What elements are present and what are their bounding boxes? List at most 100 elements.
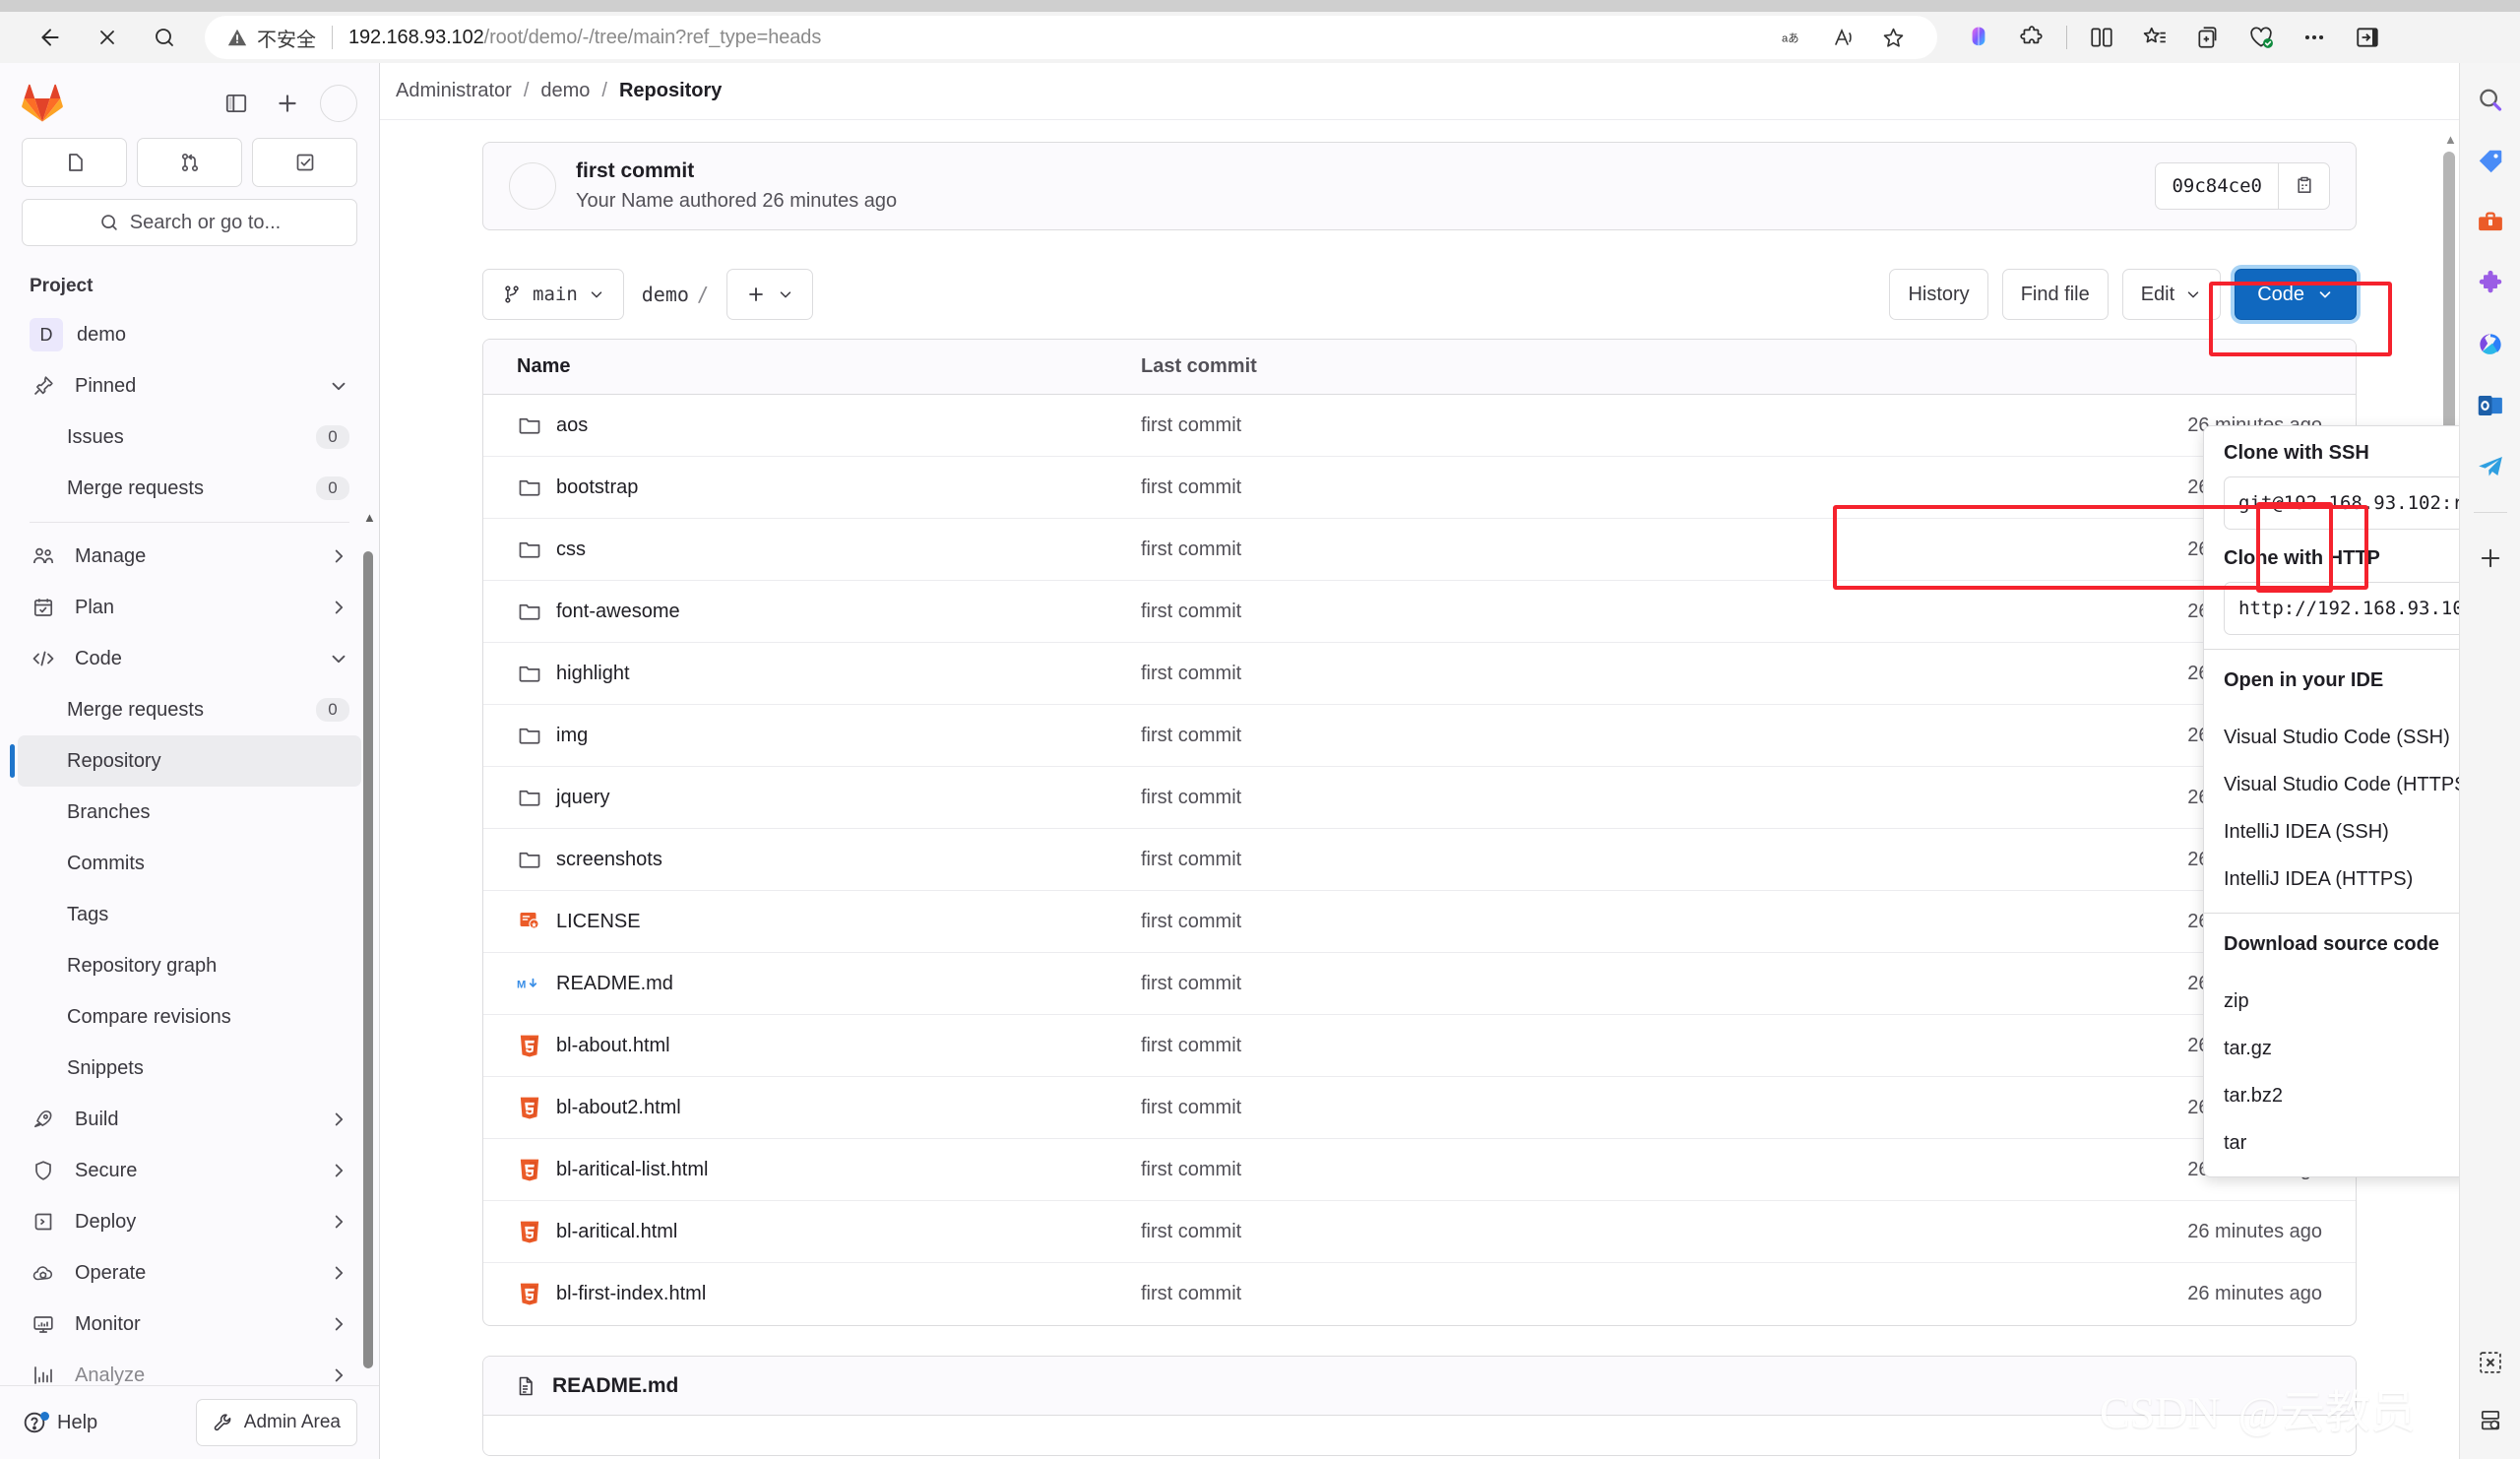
- sidebar-item-repository-graph[interactable]: Repository graph: [18, 940, 361, 991]
- file-name-cell[interactable]: bl-about.html: [483, 1033, 1133, 1058]
- download-item-tarbz2[interactable]: tar.bz2: [2204, 1072, 2459, 1119]
- file-name-cell[interactable]: bl-first-index.html: [483, 1282, 1133, 1307]
- table-row[interactable]: bl-aritical.html first commit 26 minutes a…: [483, 1201, 2356, 1263]
- collections-icon[interactable]: [2129, 16, 2180, 59]
- read-aloud-icon[interactable]: [1821, 18, 1866, 57]
- file-name[interactable]: bl-first-index.html: [556, 1283, 706, 1305]
- copy-icon[interactable]: [2278, 163, 2329, 209]
- file-last-commit[interactable]: first commit: [1133, 911, 2060, 933]
- add-to-collection-icon[interactable]: [2182, 16, 2234, 59]
- file-last-commit[interactable]: first commit: [1133, 414, 2060, 437]
- sidebar-collapse-icon[interactable]: [218, 85, 255, 122]
- sidebar-item-pinned[interactable]: Pinned: [18, 360, 361, 412]
- translate-icon[interactable]: aあ: [1772, 18, 1817, 57]
- settings-and-more-icon[interactable]: [2289, 16, 2340, 59]
- file-name-cell[interactable]: bl-about2.html: [483, 1095, 1133, 1120]
- file-name-cell[interactable]: bl-aritical.html: [483, 1219, 1133, 1244]
- file-name[interactable]: css: [556, 539, 586, 561]
- file-name[interactable]: bl-aritical-list.html: [556, 1159, 708, 1181]
- tools-toolbox-icon[interactable]: [2471, 203, 2510, 242]
- table-row[interactable]: jqueryfirst commit26 minutes ago: [483, 767, 2356, 829]
- telegram-icon[interactable]: [2471, 447, 2510, 486]
- merge-requests-quick-icon[interactable]: [137, 138, 242, 187]
- readme-title[interactable]: README.md: [552, 1374, 678, 1398]
- shopping-tag-icon[interactable]: [2471, 142, 2510, 181]
- file-last-commit[interactable]: first commit: [1133, 476, 2060, 499]
- table-row[interactable]: MREADME.mdfirst commit26 minutes ago: [483, 953, 2356, 1015]
- sidebar-item-branches[interactable]: Branches: [18, 787, 361, 838]
- branch-selector[interactable]: main: [482, 269, 624, 320]
- file-last-commit[interactable]: first commit: [1133, 787, 2060, 809]
- split-screen-icon[interactable]: [2076, 16, 2127, 59]
- file-last-commit[interactable]: first commit: [1133, 601, 2060, 623]
- issues-quick-icon[interactable]: [22, 138, 127, 187]
- table-row[interactable]: bl-about.htmlfirst commit26 minutes ago: [483, 1015, 2356, 1077]
- outlook-icon[interactable]: [2471, 386, 2510, 425]
- address-bar[interactable]: 不安全 192.168.93.102/root/demo/-/tree/main…: [205, 16, 1937, 59]
- download-item-tar[interactable]: tar: [2204, 1119, 2459, 1167]
- search-input[interactable]: Search or go to...: [22, 199, 357, 246]
- file-name-cell[interactable]: LICENSE: [483, 909, 1133, 934]
- file-name-cell[interactable]: aos: [483, 412, 1133, 438]
- edit-button[interactable]: Edit: [2121, 269, 2222, 320]
- sidebar-item-project[interactable]: D demo: [18, 309, 361, 360]
- sidebar-item-operate[interactable]: Operate: [18, 1247, 361, 1299]
- file-name[interactable]: bl-aritical.html: [556, 1221, 677, 1243]
- sidebar-item-plan[interactable]: Plan: [18, 582, 361, 633]
- file-name-cell[interactable]: highlight: [483, 661, 1133, 686]
- sidebar-item-manage[interactable]: Manage: [18, 531, 361, 582]
- table-row[interactable]: bl-about2.htmlfirst commit26 minutes ago: [483, 1077, 2356, 1139]
- star-favorite-icon[interactable]: [1870, 18, 1916, 57]
- table-row[interactable]: bootstrapfirst commit26 minutes ago: [483, 457, 2356, 519]
- table-row[interactable]: highlightfirst commit26 minutes ago: [483, 643, 2356, 705]
- ide-item-vscode-ssh[interactable]: Visual Studio Code (SSH): [2204, 714, 2459, 761]
- file-name-cell[interactable]: jquery: [483, 785, 1133, 810]
- scroll-up-arrow-icon[interactable]: ▲: [363, 510, 376, 525]
- extensions-icon[interactable]: [2006, 16, 2057, 59]
- user-avatar[interactable]: [320, 85, 357, 122]
- scroll-up-arrow-icon[interactable]: ▲: [2444, 132, 2457, 147]
- file-name[interactable]: highlight: [556, 663, 630, 685]
- customize-settings-icon[interactable]: [2471, 1400, 2510, 1439]
- help-button[interactable]: Help: [22, 1410, 97, 1435]
- file-last-commit[interactable]: first commit: [1133, 539, 2060, 561]
- ide-item-vscode-https[interactable]: Visual Studio Code (HTTPS): [2204, 761, 2459, 808]
- table-row[interactable]: imgfirst commit26 minutes ago: [483, 705, 2356, 767]
- file-last-commit[interactable]: first commit: [1133, 1283, 2060, 1305]
- add-icon[interactable]: [2471, 539, 2510, 578]
- file-last-commit[interactable]: first commit: [1133, 1035, 2060, 1057]
- file-name[interactable]: img: [556, 725, 588, 747]
- gitlab-logo-icon[interactable]: [22, 84, 63, 123]
- table-row[interactable]: screenshotsfirst commit26 minutes ago: [483, 829, 2356, 891]
- code-button[interactable]: Code: [2235, 269, 2357, 320]
- file-last-commit[interactable]: first commit: [1133, 973, 2060, 995]
- find-file-button[interactable]: Find file: [2001, 269, 2109, 320]
- clone-ssh-url[interactable]: git@192.168.93.102:root/demo.git: [2225, 477, 2459, 529]
- file-name-cell[interactable]: bootstrap: [483, 475, 1133, 500]
- sidebar-item-tags[interactable]: Tags: [18, 889, 361, 940]
- search-icon[interactable]: [138, 16, 191, 59]
- sidebar-item-deploy[interactable]: Deploy: [18, 1196, 361, 1247]
- file-name[interactable]: screenshots: [556, 849, 662, 871]
- table-row[interactable]: bl-aritical-list.htmlfirst commit26 minu…: [483, 1139, 2356, 1201]
- file-name[interactable]: bl-about2.html: [556, 1097, 681, 1119]
- ide-item-intellij-https[interactable]: IntelliJ IDEA (HTTPS): [2204, 856, 2459, 903]
- games-puzzle-icon[interactable]: [2471, 264, 2510, 303]
- sidebar-item-build[interactable]: Build: [18, 1094, 361, 1145]
- sidebar-toggle-icon[interactable]: [2342, 16, 2393, 59]
- sidebar-item-issues[interactable]: Issues 0: [18, 412, 361, 463]
- screenshot-icon[interactable]: [2471, 1343, 2510, 1382]
- file-name-cell[interactable]: img: [483, 723, 1133, 748]
- add-to-repository-button[interactable]: [725, 269, 813, 320]
- search-icon[interactable]: [2471, 81, 2510, 120]
- sidebar-item-monitor[interactable]: Monitor: [18, 1299, 361, 1350]
- file-last-commit[interactable]: first commit: [1133, 849, 2060, 871]
- back-arrow-icon[interactable]: [24, 16, 77, 59]
- create-new-icon[interactable]: [269, 85, 306, 122]
- table-row[interactable]: cssfirst commit26 minutes ago: [483, 519, 2356, 581]
- sidebar-item-analyze[interactable]: Analyze: [18, 1350, 361, 1385]
- file-last-commit[interactable]: first commit: [1133, 1221, 2060, 1243]
- sidebar-item-commits[interactable]: Commits: [18, 838, 361, 889]
- sidebar-item-compare-revisions[interactable]: Compare revisions: [18, 991, 361, 1043]
- table-row[interactable]: LICENSEfirst commit26 minutes ago: [483, 891, 2356, 953]
